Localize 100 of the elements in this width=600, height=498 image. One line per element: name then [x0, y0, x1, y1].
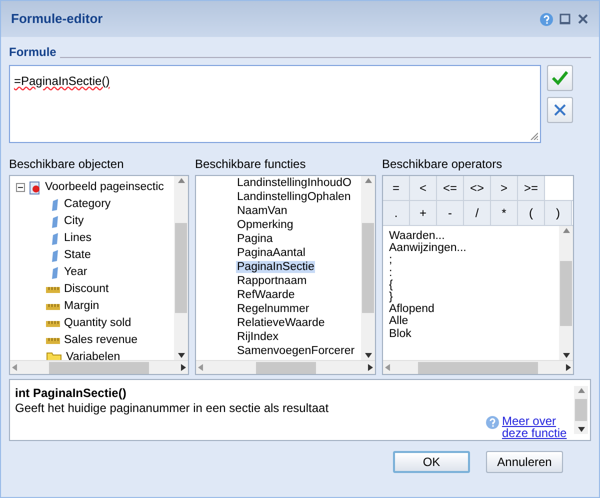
operator-button[interactable]: +: [410, 201, 437, 225]
operator-item[interactable]: Blok: [389, 328, 412, 340]
tree-item[interactable]: Year: [64, 264, 88, 281]
clear-button[interactable]: [547, 97, 573, 123]
function-item[interactable]: RefWaarde: [236, 289, 296, 301]
more-info-link[interactable]: Meer over deze functie: [502, 415, 572, 439]
scroll-right-icon[interactable]: [368, 364, 373, 371]
tree-item[interactable]: Voorbeeld pageinsectic: [16, 179, 174, 196]
operator-button[interactable]: <>: [464, 176, 491, 200]
scrollbar-thumb[interactable]: [560, 260, 572, 326]
scroll-up-icon[interactable]: [562, 228, 570, 233]
operator-button[interactable]: >: [491, 176, 518, 200]
dimension-icon: [50, 198, 60, 212]
operator-button[interactable]: <: [410, 176, 437, 200]
operator-item[interactable]: {: [389, 278, 393, 291]
tree-item[interactable]: Discount: [64, 281, 109, 298]
report-icon: [28, 180, 42, 194]
vertical-scrollbar[interactable]: [574, 386, 588, 434]
check-icon: [551, 70, 569, 86]
operator-button[interactable]: (: [518, 201, 545, 225]
scroll-left-icon[interactable]: [385, 364, 390, 371]
dimension-icon: [50, 266, 60, 280]
maximize-icon[interactable]: [559, 13, 571, 25]
tree-item[interactable]: Variabelen: [66, 349, 120, 360]
vertical-scrollbar[interactable]: [559, 226, 573, 360]
scroll-left-icon[interactable]: [198, 364, 203, 371]
function-signature: int PaginaInSectie(): [15, 386, 128, 401]
scroll-down-icon[interactable]: [364, 353, 372, 358]
tree-item[interactable]: Margin: [64, 298, 100, 315]
tree-item[interactable]: State: [64, 247, 91, 264]
tree-label: Voorbeeld pageinsectic: [45, 180, 164, 195]
objects-label: Beschikbare objecten: [9, 156, 125, 173]
tree-item[interactable]: Lines: [64, 230, 92, 247]
operator-item[interactable]: :: [389, 266, 392, 279]
function-item[interactable]: RelatieveWaarde: [236, 317, 326, 329]
scrollbar-thumb[interactable]: [362, 223, 374, 313]
vertical-scrollbar[interactable]: [361, 176, 375, 360]
operator-item[interactable]: }: [389, 291, 393, 304]
operator-button[interactable]: -: [437, 201, 464, 225]
function-item[interactable]: Rapportnaam: [236, 275, 308, 287]
dialog-button[interactable]: Annuleren: [486, 451, 563, 473]
operator-button[interactable]: *: [491, 201, 518, 225]
scrollbar-thumb[interactable]: [418, 362, 538, 374]
close-icon[interactable]: [577, 13, 589, 25]
help-icon: [486, 416, 499, 429]
scroll-down-icon[interactable]: [178, 353, 184, 358]
close-icon: [553, 103, 567, 117]
operator-button[interactable]: >=: [518, 176, 545, 200]
function-item[interactable]: LandinstellingOphalen: [236, 191, 352, 203]
function-item[interactable]: PaginaInSectie: [236, 261, 316, 273]
scroll-up-icon[interactable]: [178, 178, 184, 183]
scrollbar-thumb[interactable]: [49, 362, 149, 374]
ruler-icon: [46, 286, 60, 294]
tree-item[interactable]: Quantity sold: [64, 315, 132, 332]
function-item[interactable]: RijIndex: [236, 331, 280, 343]
function-item[interactable]: Regelnummer: [236, 303, 310, 315]
operator-button[interactable]: =: [383, 176, 410, 200]
horizontal-scrollbar[interactable]: [10, 360, 188, 374]
tree-item[interactable]: Category: [64, 196, 111, 213]
scroll-right-icon[interactable]: [566, 364, 571, 371]
scroll-right-icon[interactable]: [181, 364, 186, 371]
operator-item[interactable]: Aflopend: [389, 303, 434, 316]
formula-field[interactable]: =PaginaInSectie(): [9, 65, 541, 143]
operator-item[interactable]: Aanwijzingen...: [389, 242, 466, 254]
operator-button[interactable]: <=: [437, 176, 464, 200]
formula-text: =PaginaInSectie(): [14, 74, 110, 88]
horizontal-scrollbar[interactable]: [383, 360, 573, 374]
tree-item[interactable]: Sales revenue: [64, 332, 138, 349]
dialog-button[interactable]: OK: [393, 451, 470, 473]
function-item[interactable]: PaginaAantal: [236, 247, 306, 259]
scroll-left-icon[interactable]: [12, 364, 17, 371]
operator-item[interactable]: ;: [389, 254, 392, 266]
validate-button[interactable]: [547, 65, 573, 91]
operator-button[interactable]: .: [383, 201, 410, 225]
tree-item[interactable]: City: [64, 213, 84, 230]
scroll-down-icon[interactable]: [578, 427, 584, 432]
dimension-icon: [50, 214, 60, 228]
function-item[interactable]: Opmerking: [236, 219, 294, 231]
scrollbar-thumb[interactable]: [175, 223, 187, 313]
function-item[interactable]: NaamVan: [236, 205, 288, 217]
ruler-icon: [46, 302, 60, 310]
collapse-icon[interactable]: [16, 183, 25, 192]
dimension-icon: [50, 232, 60, 246]
help-icon[interactable]: [540, 12, 553, 26]
function-item[interactable]: SamenvoegenForcerer: [236, 345, 356, 357]
scroll-up-icon[interactable]: [578, 388, 584, 393]
operators-label: Beschikbare operators: [382, 156, 504, 173]
scroll-down-icon[interactable]: [562, 353, 570, 358]
operator-button[interactable]: /: [464, 201, 491, 225]
scroll-up-icon[interactable]: [364, 178, 372, 183]
function-item[interactable]: Pagina: [236, 233, 274, 245]
function-item[interactable]: LandinstellingInhoudO: [236, 177, 352, 189]
scrollbar-thumb[interactable]: [256, 362, 316, 374]
scrollbar-thumb[interactable]: [575, 399, 587, 421]
horizontal-scrollbar[interactable]: [196, 360, 375, 374]
operator-button[interactable]: ): [545, 201, 572, 225]
operator-item[interactable]: Waarden...: [389, 230, 445, 242]
operator-item[interactable]: Alle: [389, 315, 408, 328]
resize-grip-icon[interactable]: [530, 132, 538, 140]
vertical-scrollbar[interactable]: [174, 176, 188, 360]
